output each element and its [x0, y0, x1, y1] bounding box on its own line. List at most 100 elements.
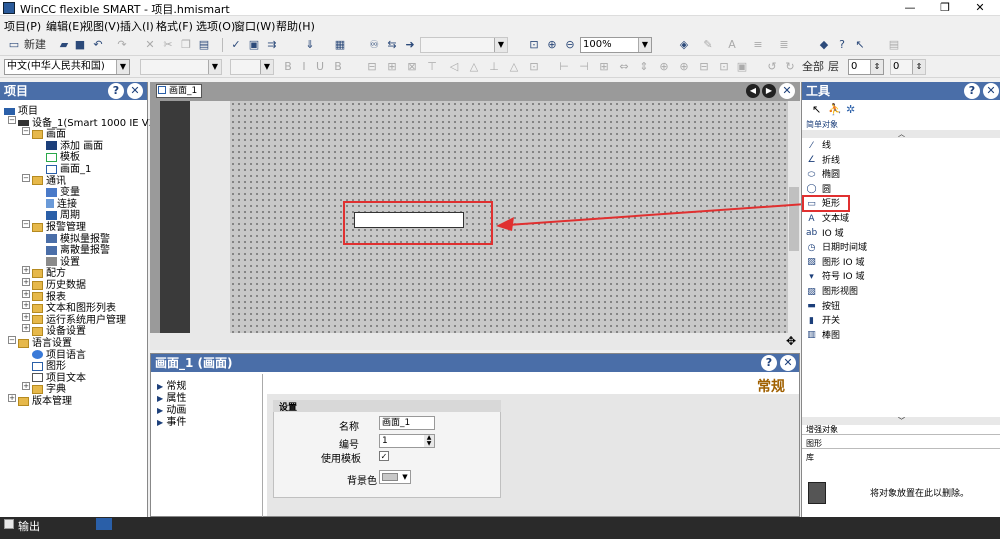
check-icon[interactable]: ✓	[228, 37, 244, 53]
output-panel-icon[interactable]	[96, 518, 112, 530]
align-right-icon[interactable]: ⊠	[404, 59, 420, 75]
font-size-combo[interactable]: ▼	[230, 59, 274, 75]
tree-expander[interactable]: +	[8, 394, 16, 402]
font-color-icon[interactable]: A	[724, 37, 740, 53]
open-icon[interactable]: ▰	[56, 37, 72, 53]
menu-insert[interactable]: 插入(I)	[120, 18, 154, 34]
redo-icon[interactable]: ↷	[114, 37, 130, 53]
replace-icon[interactable]: ⇆	[384, 37, 400, 53]
help-icon[interactable]: ?	[761, 355, 777, 371]
name-field[interactable]: 画面_1	[379, 416, 435, 430]
flip-icon[interactable]: ⊡	[526, 59, 542, 75]
tree-expander[interactable]: +	[22, 278, 30, 286]
align-center-icon[interactable]: ⊞	[384, 59, 400, 75]
tree-expander[interactable]: +	[22, 289, 30, 298]
output-label[interactable]: 输出	[18, 518, 40, 534]
next-arrow-icon[interactable]: ▶	[762, 84, 776, 98]
pointer-icon[interactable]: ↖	[812, 103, 821, 116]
nav-events[interactable]: ▶ 事件	[157, 413, 186, 428]
underline-icon[interactable]: U	[312, 59, 328, 75]
binoculars-icon[interactable]: ♾	[366, 37, 382, 53]
menu-window[interactable]: 窗口(W)	[234, 18, 275, 34]
distribute-h-icon[interactable]: ⊥	[486, 59, 502, 75]
same-width-icon[interactable]: ⊢	[556, 59, 572, 75]
restore-button[interactable]: ❐	[930, 0, 960, 16]
tree-expander[interactable]: +	[22, 301, 30, 310]
number-field[interactable]: 1 ▲ ▼	[379, 434, 435, 448]
compile-icon[interactable]: ▣	[246, 37, 262, 53]
copy-icon[interactable]: ❐	[178, 37, 194, 53]
all-layers-label[interactable]: 全部	[802, 59, 824, 75]
cut-icon[interactable]: ✂	[160, 37, 176, 53]
spinner-arrows-icon[interactable]: ▲ ▼	[424, 435, 434, 447]
menu-project[interactable]: 项目(P)	[4, 18, 41, 34]
group-icon[interactable]: ▣	[734, 59, 750, 75]
move-icon[interactable]: ✥	[784, 334, 798, 348]
tool-config-icon[interactable]: ✲	[846, 103, 855, 116]
tree-expander[interactable]: −	[22, 173, 30, 182]
same-size-icon[interactable]: ⊞	[596, 59, 612, 75]
tree-expander[interactable]: +	[22, 266, 30, 275]
delete-icon[interactable]: ✕	[142, 37, 158, 53]
space-v-icon[interactable]: ⇕	[636, 59, 652, 75]
tree-expander[interactable]: +	[22, 382, 30, 391]
tool-item[interactable]: ◯ 圆	[806, 182, 831, 195]
tool-item[interactable]: ▾ 符号 IO 域	[806, 269, 864, 283]
close-icon[interactable]: ✕	[779, 83, 795, 99]
tool-item[interactable]: ∠ 折线	[806, 153, 840, 166]
align-left-icon[interactable]: ⊟	[364, 59, 380, 75]
rotate-left-icon[interactable]: ↺	[764, 59, 780, 75]
tree-expander[interactable]: −	[8, 115, 16, 124]
tool-item[interactable]: ▬ 按钮	[806, 299, 840, 312]
transfer-icon[interactable]: ⇉	[264, 37, 280, 53]
italic-icon[interactable]: I	[296, 59, 312, 75]
goto-icon[interactable]: ➜	[402, 37, 418, 53]
line-style-icon[interactable]: ≡	[750, 37, 766, 53]
zoom-fit-icon[interactable]: ⊡	[526, 37, 542, 53]
close-button[interactable]: ✕	[965, 0, 995, 16]
tool-item[interactable]: ▥ 棒图	[806, 328, 840, 341]
trash-icon[interactable]	[808, 482, 826, 504]
tool-item[interactable]: ◷ 日期时间域	[806, 240, 867, 254]
menu-help[interactable]: 帮助(H)	[276, 18, 315, 34]
align-top-icon[interactable]: ⊤	[424, 59, 440, 75]
tool-person-icon[interactable]: ⛹	[828, 103, 842, 116]
context-help-icon[interactable]: ↖	[852, 37, 868, 53]
tool-item[interactable]: ⬭ 椭圆	[806, 167, 840, 181]
search-combo[interactable]: ▼	[420, 37, 508, 53]
tool-item[interactable]: ab IO 域	[806, 226, 844, 239]
menu-edit[interactable]: 编辑(E)	[46, 18, 84, 34]
horizontal-scrollbar[interactable]	[150, 333, 800, 350]
background-color-picker[interactable]: ▼	[379, 470, 411, 484]
tree-expander[interactable]: +	[22, 312, 30, 321]
output-icon[interactable]	[4, 519, 14, 529]
tool-item[interactable]: ▧ 图形 IO 域	[806, 255, 864, 268]
tree-item[interactable]: 版本管理	[18, 392, 72, 407]
tool-item[interactable]: ⁄ 线	[806, 138, 831, 152]
close-icon[interactable]: ✕	[983, 83, 999, 99]
order-back-icon[interactable]: ⊡	[716, 59, 732, 75]
space-h-icon[interactable]: ⇔	[616, 59, 632, 75]
center-h-icon[interactable]: ⊕	[656, 59, 672, 75]
zoom-in-icon[interactable]: ⊕	[544, 37, 560, 53]
tree-expander[interactable]: −	[8, 336, 16, 344]
order-front-icon[interactable]: ⊟	[696, 59, 712, 75]
line-color-icon[interactable]: ✎	[700, 37, 716, 53]
undo-icon[interactable]: ↶	[90, 37, 106, 53]
font-combo[interactable]: ▼	[140, 59, 222, 75]
rotate-right-icon[interactable]: ↻	[782, 59, 798, 75]
layer-spinner-2[interactable]: 0 ⇕	[890, 59, 926, 75]
minimize-button[interactable]: —	[895, 0, 925, 16]
save-icon[interactable]: ■	[72, 37, 88, 53]
tree-expander[interactable]: −	[22, 220, 30, 228]
bold-icon[interactable]: B	[280, 59, 296, 75]
same-height-icon[interactable]: ⊣	[576, 59, 592, 75]
help-icon[interactable]: ?	[964, 83, 980, 99]
close-icon[interactable]: ✕	[780, 355, 796, 371]
tool-item[interactable]: A 文本域	[806, 211, 849, 225]
tool-item[interactable]: ▮ 开关	[806, 313, 840, 327]
help-icon[interactable]: ?	[108, 83, 124, 99]
text-style-icon[interactable]: B	[330, 59, 346, 75]
paste-icon[interactable]: ▤	[196, 37, 212, 53]
help-icon[interactable]: ?	[834, 37, 850, 53]
